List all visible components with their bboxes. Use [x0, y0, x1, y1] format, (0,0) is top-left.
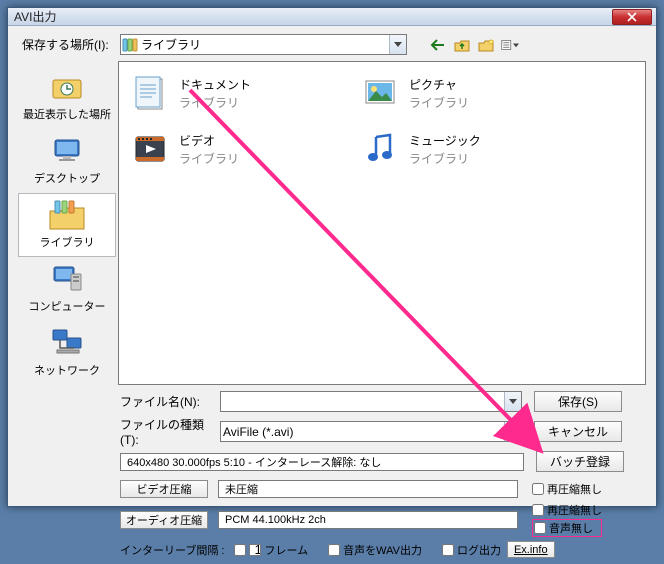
- place-recent[interactable]: 最近表示した場所: [18, 65, 116, 129]
- wav-output-check[interactable]: 音声をWAV出力: [328, 542, 422, 558]
- filetype-label: ファイルの種類(T):: [120, 416, 220, 447]
- place-computer[interactable]: コンピューター: [18, 257, 116, 321]
- library-documents[interactable]: ドキュメントライブラリ: [129, 72, 359, 128]
- window-title: AVI出力: [14, 8, 612, 25]
- video-compression-button[interactable]: ビデオ圧縮: [120, 480, 208, 498]
- video-codec: 未圧縮: [218, 480, 518, 498]
- documents-icon: [129, 72, 171, 114]
- desktop-icon: [47, 134, 87, 168]
- location-label: 保存する場所(I):: [18, 36, 116, 53]
- places-bar: 最近表示した場所 デスクトップ ライブラリ コンピューター ネットワーク: [18, 61, 116, 385]
- cancel-button[interactable]: キャンセル: [534, 421, 622, 442]
- libraries-icon: [121, 38, 139, 52]
- filename-label: ファイル名(N):: [120, 393, 220, 410]
- video-info: 640x480 30.000fps 5:10 - インターレース解除: なし: [120, 453, 524, 471]
- library-videos[interactable]: ビデオライブラリ: [129, 128, 359, 184]
- batch-button[interactable]: バッチ登録: [536, 451, 624, 472]
- filetype-combo[interactable]: AviFile (*.avi): [220, 421, 522, 442]
- close-icon: [627, 12, 637, 22]
- interleave-value[interactable]: [249, 544, 261, 556]
- file-list[interactable]: ドキュメントライブラリ ピクチャライブラリ ビデオライブラリ ミュージックライブ…: [118, 61, 646, 385]
- network-icon: [47, 326, 87, 360]
- interleave-label: インターリーブ間隔 :: [120, 542, 224, 558]
- place-network[interactable]: ネットワーク: [18, 321, 116, 385]
- library-pictures[interactable]: ピクチャライブラリ: [359, 72, 589, 128]
- pictures-icon: [359, 72, 401, 114]
- no-recompress-audio-check[interactable]: 再圧縮無し: [532, 502, 602, 518]
- save-button[interactable]: 保存(S): [534, 391, 622, 412]
- place-desktop[interactable]: デスクトップ: [18, 129, 116, 193]
- videos-icon: [129, 128, 171, 170]
- library-music[interactable]: ミュージックライブラリ: [359, 128, 589, 184]
- close-button[interactable]: [612, 9, 652, 25]
- chevron-down-icon[interactable]: [389, 35, 406, 54]
- log-output-check[interactable]: ログ出力: [442, 542, 501, 558]
- up-folder-icon[interactable]: [453, 36, 471, 54]
- computer-icon: [47, 262, 87, 296]
- new-folder-icon[interactable]: [477, 36, 495, 54]
- back-icon[interactable]: [429, 36, 447, 54]
- exinfo-button[interactable]: Ex.info: [507, 541, 555, 558]
- location-combo[interactable]: ライブラリ: [120, 34, 407, 55]
- dialog-window: AVI出力 保存する場所(I): ライブラリ: [7, 7, 657, 507]
- location-value: ライブラリ: [139, 36, 389, 53]
- music-icon: [359, 128, 401, 170]
- titlebar: AVI出力: [8, 8, 656, 26]
- no-audio-check[interactable]: 音声無し: [532, 519, 602, 537]
- place-libraries[interactable]: ライブラリ: [18, 193, 116, 257]
- filename-input[interactable]: [220, 391, 522, 412]
- chevron-down-icon[interactable]: [504, 422, 521, 441]
- interleave-value-check[interactable]: フレーム: [234, 542, 308, 558]
- no-recompress-video-check[interactable]: 再圧縮無し: [532, 481, 602, 497]
- view-menu-icon[interactable]: [501, 36, 519, 54]
- libraries-place-icon: [47, 198, 87, 232]
- recent-places-icon: [47, 70, 87, 104]
- audio-codec: PCM 44.100kHz 2ch: [218, 511, 518, 529]
- chevron-down-icon[interactable]: [504, 392, 521, 411]
- audio-compression-button[interactable]: オーディオ圧縮: [120, 511, 208, 529]
